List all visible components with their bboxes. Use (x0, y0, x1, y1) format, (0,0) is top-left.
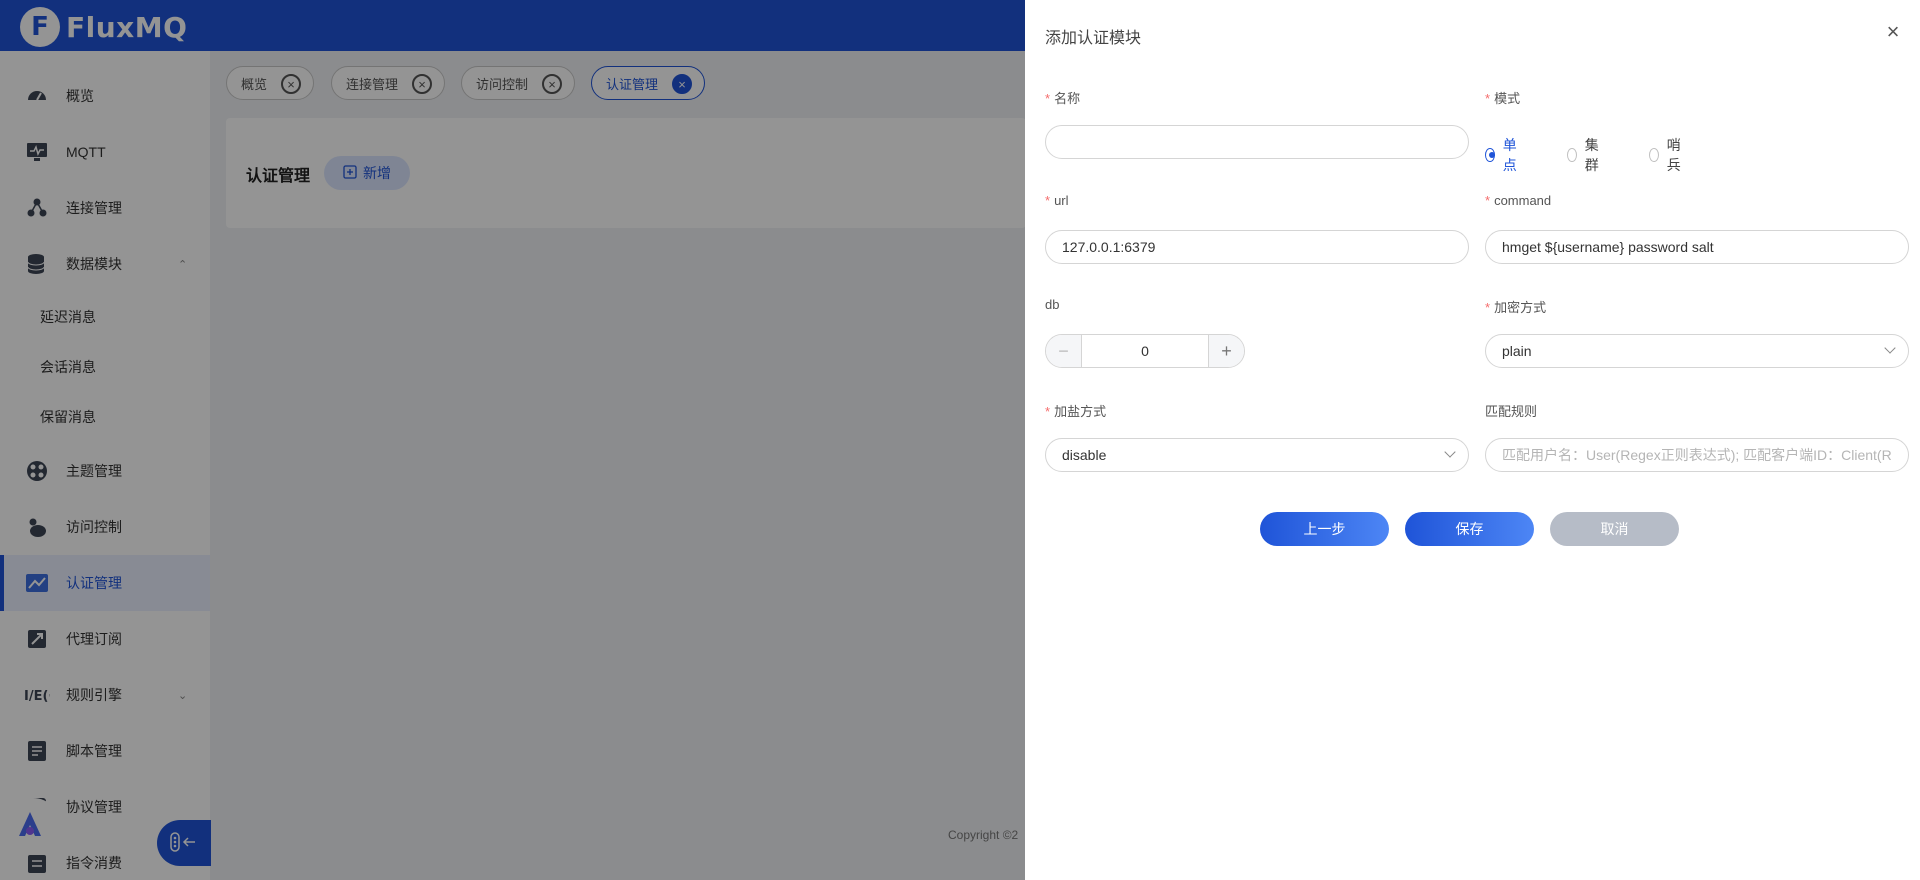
url-label: * url (1045, 193, 1069, 208)
save-button[interactable]: 保存 (1405, 512, 1534, 546)
required-asterisk: * (1485, 300, 1491, 315)
command-input[interactable] (1485, 230, 1909, 264)
encryption-value: plain (1502, 343, 1532, 359)
radio-dot (1567, 148, 1577, 162)
db-value[interactable]: 0 (1082, 335, 1208, 367)
mode-radio-sentinel[interactable]: 哨兵 (1649, 135, 1685, 175)
name-input[interactable] (1045, 125, 1469, 159)
radio-dot (1649, 148, 1659, 162)
cancel-button[interactable]: 取消 (1550, 512, 1679, 546)
close-icon[interactable]: × (1883, 21, 1903, 43)
name-label: * 名称 (1045, 88, 1080, 107)
encryption-select[interactable]: plain (1485, 334, 1909, 368)
increment-button[interactable]: + (1208, 335, 1244, 367)
required-asterisk: * (1045, 193, 1051, 208)
mode-label: * 模式 (1485, 88, 1520, 107)
encryption-label: * 加密方式 (1485, 297, 1546, 316)
mode-radio-single[interactable]: 单点 (1485, 135, 1521, 175)
decrement-button[interactable]: − (1046, 335, 1082, 367)
radio-label: 集群 (1584, 137, 1599, 173)
required-asterisk: * (1485, 193, 1491, 208)
chevron-down-icon (1444, 446, 1456, 458)
command-label: * command (1485, 193, 1551, 208)
db-label: db (1045, 297, 1060, 312)
required-asterisk: * (1485, 91, 1491, 106)
prev-step-button[interactable]: 上一步 (1260, 512, 1389, 546)
radio-label: 单点 (1502, 137, 1517, 173)
radio-dot (1485, 148, 1495, 162)
salt-select[interactable]: disable (1045, 438, 1469, 472)
mode-radio-cluster[interactable]: 集群 (1567, 135, 1603, 175)
match-rule-input[interactable] (1485, 438, 1909, 472)
url-input[interactable] (1045, 230, 1469, 264)
match-label: 匹配规则 (1485, 404, 1538, 419)
required-asterisk: * (1045, 91, 1051, 106)
chevron-down-icon (1884, 342, 1896, 354)
command-label-text: command (1494, 193, 1552, 208)
salt-label: * 加盐方式 (1045, 401, 1106, 420)
salt-label-text: 加盐方式 (1054, 404, 1107, 419)
radio-label: 哨兵 (1666, 137, 1681, 173)
name-label-text: 名称 (1054, 91, 1081, 106)
encryption-label-text: 加密方式 (1494, 300, 1547, 315)
drawer-title: 添加认证模块 (1045, 30, 1142, 47)
salt-value: disable (1062, 447, 1107, 463)
required-asterisk: * (1045, 404, 1051, 419)
db-stepper: − 0 + (1045, 334, 1245, 368)
url-label-text: url (1054, 193, 1069, 208)
mode-label-text: 模式 (1494, 91, 1521, 106)
